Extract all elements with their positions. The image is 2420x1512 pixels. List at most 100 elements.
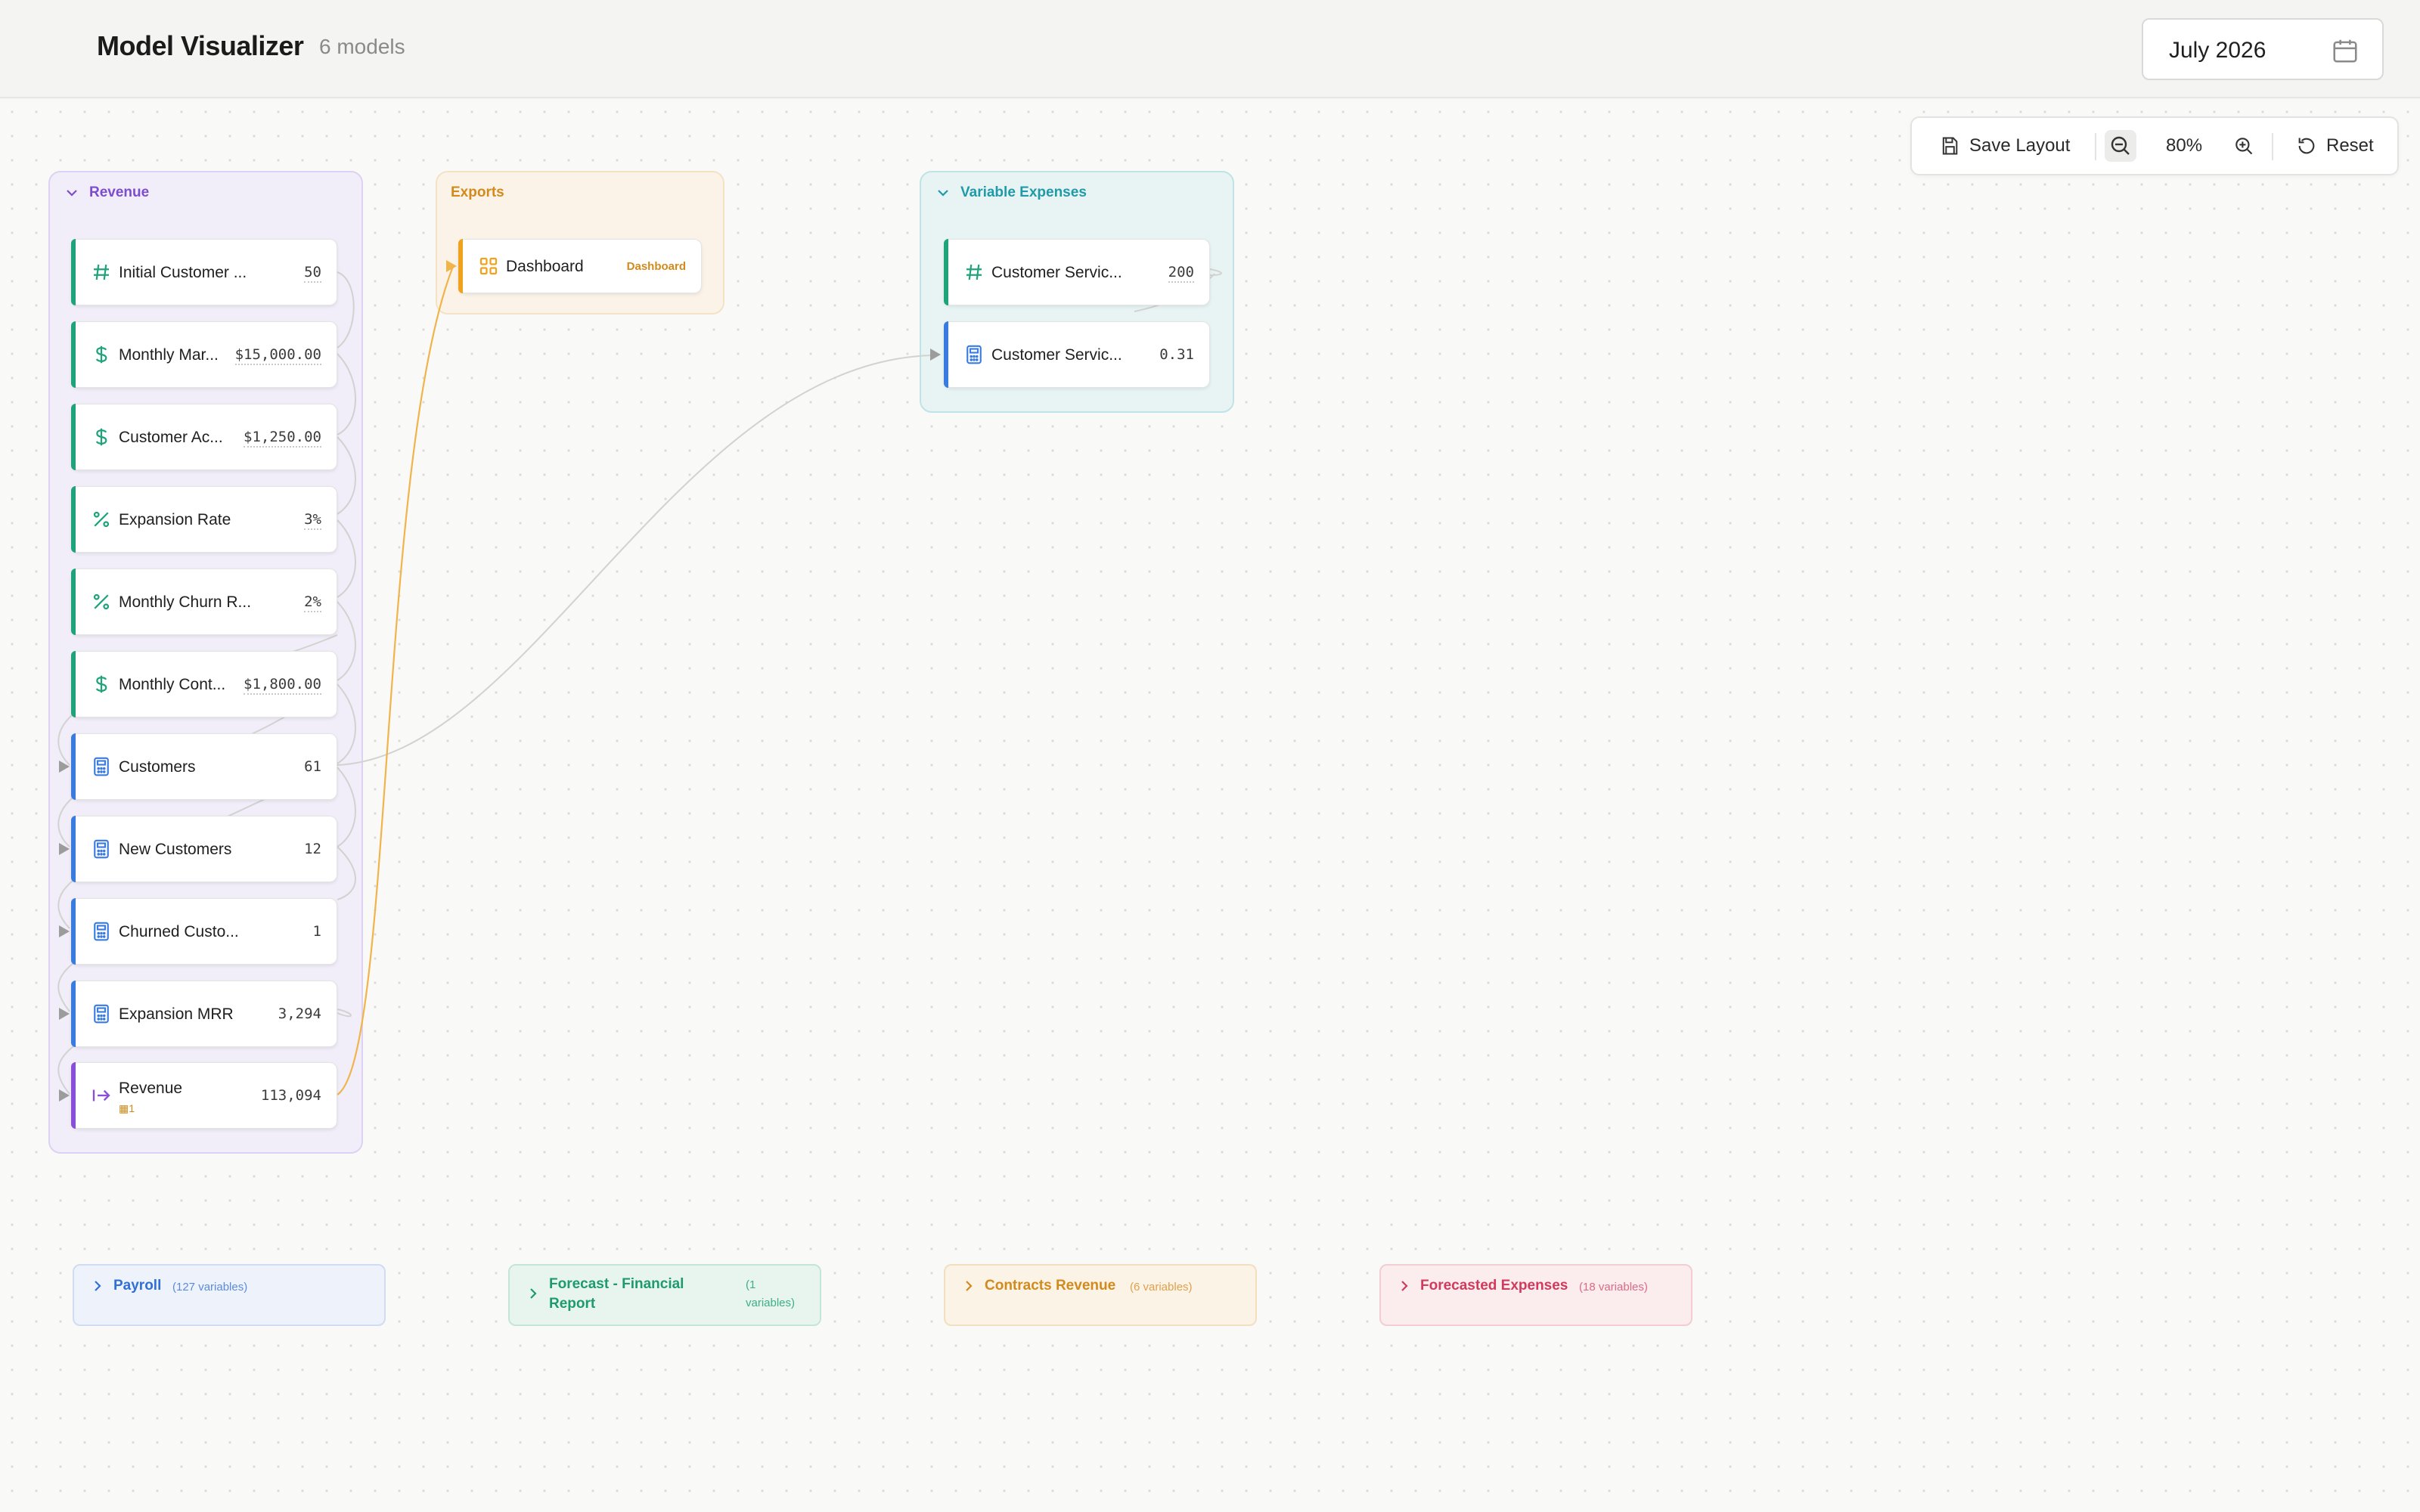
collapsed-group-forecasted-expenses[interactable]: Forecasted Expenses (18 variables) (1379, 1264, 1692, 1326)
variable-count: (18 variables) (1579, 1281, 1648, 1294)
variable-value[interactable]: 200 (1168, 264, 1194, 283)
variable-label: Customer Ac... (119, 429, 223, 446)
variable-card[interactable]: Customers 61 (71, 733, 337, 800)
input-connector (59, 925, 70, 937)
dollar-icon (95, 675, 107, 693)
zoom-out-icon (2111, 136, 2130, 155)
export-count-badge: ▦1 (119, 1102, 135, 1114)
output-arrow-icon (92, 1089, 110, 1101)
variable-value: 61 (304, 758, 321, 775)
variable-label: Customer Servic... (991, 264, 1122, 281)
collapsed-group-title: Contracts Revenue (985, 1278, 1116, 1294)
variable-card[interactable]: Initial Customer ... 50 (71, 239, 337, 305)
variable-value[interactable]: 50 (304, 264, 321, 283)
percent-icon (93, 511, 110, 528)
zoom-in-icon (2235, 138, 2253, 155)
chevron-down-icon[interactable] (936, 186, 950, 200)
group-title[interactable]: Variable Expenses (960, 184, 1087, 201)
page-title: Model Visualizer (97, 30, 304, 61)
export-card[interactable]: Dashboard Dashboard (458, 239, 702, 293)
input-connector (59, 1008, 70, 1020)
export-label: Dashboard (506, 258, 584, 275)
zoom-out-button[interactable] (2105, 130, 2136, 162)
variable-value[interactable]: $15,000.00 (234, 346, 321, 365)
variable-value: 113,094 (260, 1087, 321, 1104)
variable-value[interactable]: 3% (304, 511, 321, 530)
variable-card[interactable]: Monthly Churn R... 2% (71, 569, 337, 635)
collapsed-group-forecast-financial-report[interactable]: Forecast - Financial Report (1 variables… (508, 1264, 821, 1326)
variable-card[interactable]: Customer Ac... $1,250.00 (71, 404, 337, 470)
dollar-icon (95, 428, 107, 446)
calendar-icon (2333, 39, 2357, 63)
save-layout-button[interactable]: Save Layout (1939, 118, 2070, 174)
calculator-icon (94, 839, 109, 859)
percent-icon (93, 593, 110, 610)
variable-label: Expansion Rate (119, 511, 231, 528)
variable-card[interactable]: Monthly Mar... $15,000.00 (71, 321, 337, 388)
input-connector (59, 843, 70, 855)
variable-card[interactable]: Revenue ▦1 113,094 (71, 1062, 337, 1129)
variable-value[interactable]: 2% (304, 593, 321, 612)
app-header: Model Visualizer 6 models July 2026 (0, 0, 2420, 98)
export-count: 1 (129, 1102, 135, 1114)
calculator-icon (94, 922, 109, 941)
variable-label: Monthly Mar... (119, 346, 219, 364)
input-connector (930, 349, 941, 361)
variable-card[interactable]: Customer Servic... 200 (944, 239, 1210, 305)
variable-card[interactable]: Expansion MRR 3,294 (71, 981, 337, 1047)
variable-value: 0.31 (1159, 346, 1194, 363)
chevron-down-icon[interactable] (65, 186, 79, 200)
dashboard-grid-icon (479, 257, 498, 275)
variable-value: 12 (304, 841, 321, 857)
variable-card[interactable]: Churned Custo... 1 (71, 898, 337, 965)
group-title[interactable]: Exports (451, 184, 504, 201)
collapsed-group-payroll[interactable]: Payroll (127 variables) (73, 1264, 386, 1326)
variable-value[interactable]: $1,800.00 (244, 676, 321, 695)
calculator-icon (966, 345, 982, 364)
canvas-toolbar: Save Layout 80% Reset (1910, 116, 2399, 175)
variable-value: 3,294 (278, 1005, 321, 1022)
model-count: 6 models (319, 35, 405, 58)
chevron-right-icon (95, 1281, 101, 1291)
calculator-icon (94, 757, 109, 776)
variable-label: New Customers (119, 841, 232, 858)
zoom-level: 80% (2166, 135, 2203, 156)
collapsed-group-contracts-revenue[interactable]: Contracts Revenue (6 variables) (944, 1264, 1257, 1326)
calculator-icon (94, 1004, 109, 1024)
variable-count: (1 variables) (746, 1278, 796, 1309)
save-icon (1942, 137, 1958, 155)
variable-label: Customer Servic... (991, 346, 1122, 364)
toolbar-divider (2095, 133, 2096, 160)
toolbar-divider (2272, 133, 2273, 160)
group-title[interactable]: Revenue (89, 184, 149, 201)
chevron-right-icon (1401, 1281, 1408, 1291)
reset-label: Reset (2326, 135, 2374, 156)
hash-icon (966, 264, 982, 280)
variable-card[interactable]: Expansion Rate 3% (71, 486, 337, 553)
dollar-icon (95, 345, 107, 364)
variable-card[interactable]: Monthly Cont... $1,800.00 (71, 651, 337, 717)
variable-label: Customers (119, 758, 196, 776)
variable-card[interactable]: Customer Servic... 0.31 (944, 321, 1210, 388)
variable-value: 1 (312, 923, 321, 940)
variable-label: Monthly Cont... (119, 676, 226, 693)
reset-button[interactable]: Reset (2296, 118, 2374, 174)
zoom-in-button[interactable] (2231, 118, 2257, 174)
reset-icon (2298, 138, 2315, 154)
variable-card[interactable]: New Customers 12 (71, 816, 337, 882)
date-value: July 2026 (2169, 38, 2266, 63)
variable-label: Churned Custo... (119, 923, 239, 940)
input-connector (59, 1089, 70, 1101)
input-connector (59, 761, 70, 773)
collapsed-group-title: Payroll (113, 1278, 162, 1294)
hash-icon (94, 264, 109, 280)
variable-count: (127 variables) (172, 1281, 248, 1294)
variable-label: Monthly Churn R... (119, 593, 252, 611)
variable-value[interactable]: $1,250.00 (244, 429, 321, 448)
export-type-tag: Dashboard (626, 260, 686, 273)
save-layout-label: Save Layout (1969, 135, 2071, 156)
chevron-right-icon (530, 1288, 537, 1299)
date-picker[interactable]: July 2026 (2142, 18, 2384, 80)
variable-count: (6 variables) (1130, 1281, 1193, 1294)
collapsed-group-title: Forecasted Expenses (1420, 1278, 1568, 1294)
